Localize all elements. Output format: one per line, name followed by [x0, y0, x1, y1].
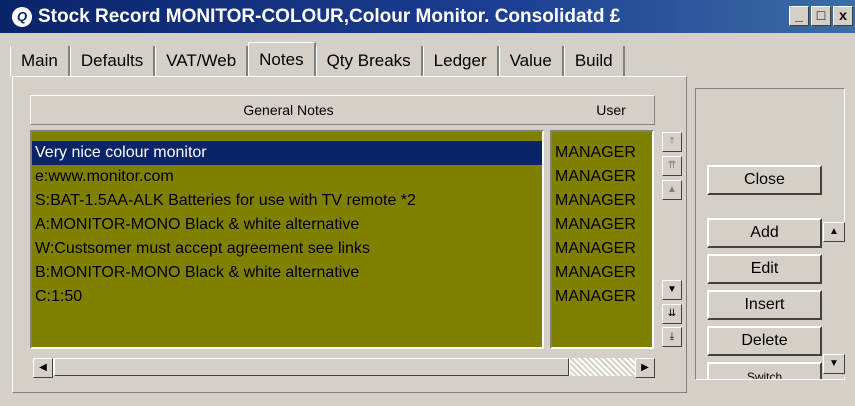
list-header: General Notes User [30, 95, 655, 125]
note-row[interactable]: C:1:50 [32, 285, 542, 309]
scroll-page-down-icon[interactable]: ⇊ [662, 304, 682, 324]
scroll-up-icon[interactable]: ▲ [823, 222, 845, 242]
user-cell[interactable]: MANAGER [552, 141, 652, 165]
add-button[interactable]: Add [707, 218, 822, 248]
tab-main[interactable]: Main [10, 46, 70, 76]
note-row[interactable]: Very nice colour monitor [32, 141, 542, 165]
note-row[interactable]: S:BAT-1.5AA-ALK Batteries for use with T… [32, 189, 542, 213]
edit-button[interactable]: Edit [707, 254, 822, 284]
maximize-icon[interactable]: □ [811, 6, 831, 26]
button-panel-scrollbar[interactable]: ▲ ▼ [823, 222, 845, 377]
tab-defaults[interactable]: Defaults [69, 46, 156, 76]
scroll-right-icon[interactable]: ▶ [635, 358, 655, 378]
app-logo-icon: Q [12, 6, 32, 27]
user-cell[interactable]: MANAGER [552, 165, 652, 189]
window-controls: _ □ x [789, 6, 853, 26]
insert-button[interactable]: Insert [707, 290, 822, 320]
scroll-down-icon[interactable]: ▼ [823, 354, 845, 374]
note-row[interactable]: B:MONITOR-MONO Black & white alternative [32, 261, 542, 285]
tab-value[interactable]: Value [498, 46, 564, 76]
scroll-up-icon[interactable]: ▲ [662, 180, 682, 200]
user-cell[interactable]: MANAGER [552, 285, 652, 309]
note-row[interactable]: W:Custsomer must accept agreement see li… [32, 237, 542, 261]
user-list[interactable]: MANAGER MANAGER MANAGER MANAGER MANAGER … [550, 130, 654, 349]
title-bar: Q Stock Record MONITOR-COLOUR,Colour Mon… [0, 0, 855, 33]
tab-ledger[interactable]: Ledger [422, 46, 499, 76]
column-header-user[interactable]: User [571, 96, 651, 124]
scroll-down-icon[interactable]: ▼ [662, 280, 682, 300]
tab-strip: Main Defaults VAT/Web Notes Qty Breaks L… [10, 42, 625, 76]
note-row[interactable]: A:MONITOR-MONO Black & white alternative [32, 213, 542, 237]
minimize-icon[interactable]: _ [789, 6, 809, 26]
list-vertical-scrollbar[interactable]: ⤒ ⇈ ▲ ▼ ⇊ ⤓ [662, 132, 682, 347]
note-row[interactable]: e:www.monitor.com [32, 165, 542, 189]
tab-notes[interactable]: Notes [248, 42, 316, 76]
window-title: Stock Record MONITOR-COLOUR,Colour Monit… [38, 5, 621, 27]
partial-button[interactable]: Switch [707, 362, 822, 379]
user-cell[interactable]: MANAGER [552, 237, 652, 261]
tab-vat-web[interactable]: VAT/Web [155, 46, 249, 76]
user-cell[interactable]: MANAGER [552, 261, 652, 285]
notes-list[interactable]: Very nice colour monitor e:www.monitor.c… [30, 130, 544, 349]
user-cell[interactable]: MANAGER [552, 213, 652, 237]
user-cell[interactable]: MANAGER [552, 189, 652, 213]
tab-build[interactable]: Build [563, 46, 625, 76]
close-icon[interactable]: x [833, 6, 853, 26]
column-header-general-notes[interactable]: General Notes [31, 96, 546, 124]
scroll-left-icon[interactable]: ◀ [33, 358, 53, 378]
tab-qty-breaks[interactable]: Qty Breaks [315, 46, 423, 76]
scroll-bottom-icon[interactable]: ⤓ [662, 327, 682, 347]
scroll-page-up-icon[interactable]: ⇈ [662, 156, 682, 176]
scroll-top-icon[interactable]: ⤒ [662, 132, 682, 152]
list-horizontal-scrollbar[interactable]: ◀ ▶ [32, 357, 656, 378]
delete-button[interactable]: Delete [707, 326, 822, 356]
horizontal-scroll-track[interactable] [570, 358, 635, 376]
horizontal-scroll-thumb[interactable] [54, 358, 569, 376]
close-button[interactable]: Close [707, 165, 822, 195]
